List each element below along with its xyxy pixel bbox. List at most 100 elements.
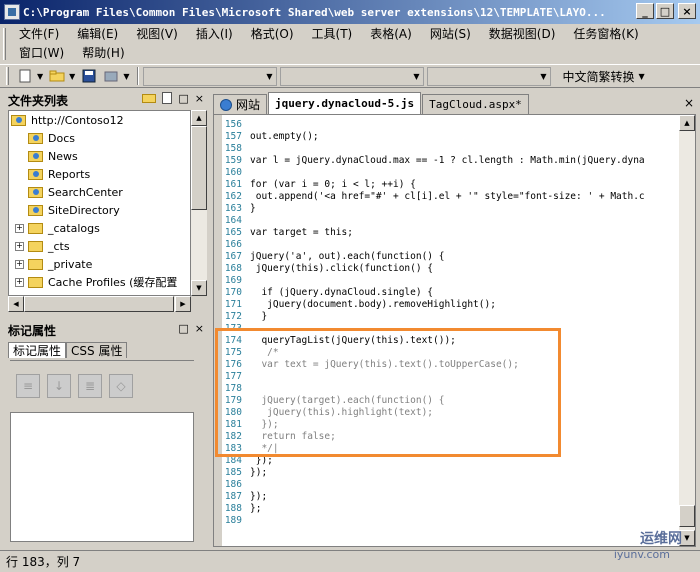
editor-vscrollbar[interactable]: ▲ ▼ xyxy=(679,115,695,546)
expand-icon[interactable]: + xyxy=(15,259,24,269)
expand-icon[interactable]: + xyxy=(15,241,24,251)
code-line[interactable]: 159 var l = jQuery.dynaCloud.max == -1 ? … xyxy=(222,155,678,167)
menu-row1-3[interactable]: 插入(I) xyxy=(187,25,242,42)
toolbar-grip[interactable] xyxy=(6,67,9,85)
categorized-view-icon[interactable]: ≡ xyxy=(16,373,40,398)
code-line[interactable]: 161 for (var i = 0; i < l; ++i) { xyxy=(222,179,678,191)
scroll-thumb[interactable] xyxy=(191,126,207,210)
menu-row1-0[interactable]: 文件(F) xyxy=(10,25,68,42)
save-icon[interactable] xyxy=(79,66,99,86)
code-line[interactable]: 160 xyxy=(222,167,678,179)
tree-item[interactable]: + _catalogs xyxy=(9,219,190,237)
expand-icon[interactable]: + xyxy=(15,277,24,287)
maximize-button[interactable]: □ xyxy=(656,3,674,19)
code-line[interactable]: 172 } xyxy=(222,311,678,323)
code-line[interactable]: 171 jQuery(document.body).removeHighligh… xyxy=(222,299,678,311)
publish-icon[interactable] xyxy=(101,66,121,86)
tag-icon[interactable]: ◇ xyxy=(109,373,133,398)
code-line[interactable]: 187}); xyxy=(222,491,678,503)
code-line[interactable]: 186 xyxy=(222,479,678,491)
folder-tree[interactable]: http://Contoso12 Docs News Reports SearchCen… xyxy=(8,110,191,296)
code-line[interactable]: 158 xyxy=(222,143,678,155)
line-number: 185 xyxy=(224,467,242,478)
tree-item[interactable]: News xyxy=(9,147,190,165)
pane-maximize-icon[interactable]: □ xyxy=(178,92,188,107)
code-line[interactable]: 162 out.append('<a href="#' + cl[i].el +… xyxy=(222,191,678,203)
code-line[interactable]: 163} xyxy=(222,203,678,215)
code-text: for (var i = 0; i < l; ++i) { xyxy=(250,179,416,190)
font-combo[interactable]: ▼ xyxy=(280,66,425,86)
scroll-left-icon[interactable]: ◀ xyxy=(8,296,24,312)
menu-row1-8[interactable]: 数据视图(D) xyxy=(480,25,565,42)
tab-website[interactable]: 网站 xyxy=(213,94,268,114)
pane-maximize-icon[interactable]: □ xyxy=(178,322,188,335)
menu-row1-7[interactable]: 网站(S) xyxy=(421,25,480,42)
menu-row1-1[interactable]: 编辑(E) xyxy=(68,25,127,42)
menu-row2-0[interactable]: 窗口(W) xyxy=(10,44,73,61)
new-folder-icon[interactable] xyxy=(142,92,157,107)
tree-item[interactable]: SiteDirectory xyxy=(9,201,190,219)
code-line[interactable]: 157 out.empty(); xyxy=(222,131,678,143)
menu-row1-6[interactable]: 表格(A) xyxy=(361,25,421,42)
tree-item[interactable]: Docs xyxy=(9,129,190,147)
code-line[interactable]: 166 xyxy=(222,239,678,251)
tree-item[interactable]: + _private xyxy=(9,255,190,273)
code-line[interactable]: 156 xyxy=(222,119,678,131)
close-tab-icon[interactable]: × xyxy=(684,96,694,110)
tab-tagcloud-aspx[interactable]: TagCloud.aspx* xyxy=(422,94,529,114)
scroll-right-icon[interactable]: ▶ xyxy=(175,296,191,312)
menu-row1-4[interactable]: 格式(O) xyxy=(242,25,303,42)
pane-close-icon[interactable]: × xyxy=(195,322,204,335)
code-line[interactable]: 170 if (jQuery.dynaCloud.single) { xyxy=(222,287,678,299)
line-number: 168 xyxy=(224,263,242,274)
new-page-icon[interactable] xyxy=(15,66,35,86)
chevron-down-icon[interactable]: ▼ xyxy=(536,68,550,85)
code-line[interactable]: 188}; xyxy=(222,503,678,515)
size-combo[interactable]: ▼ xyxy=(427,66,552,86)
code-line[interactable]: 185}); xyxy=(222,467,678,479)
menu-row2-1[interactable]: 帮助(H) xyxy=(73,44,133,61)
new-page-icon[interactable] xyxy=(162,92,173,107)
publish-dropdown-icon[interactable]: ▼ xyxy=(123,72,129,81)
tree-item[interactable]: + _cts xyxy=(9,237,190,255)
scroll-up-icon[interactable]: ▲ xyxy=(679,115,695,131)
property-grid[interactable] xyxy=(10,412,194,542)
tab-jquery-dynacloud[interactable]: jquery.dynacloud-5.js xyxy=(268,92,422,114)
tab-tag-properties[interactable]: 标记属性 xyxy=(8,342,67,358)
menu-row1-9[interactable]: 任务窗格(K) xyxy=(564,25,647,42)
new-dropdown-icon[interactable]: ▼ xyxy=(37,72,43,81)
scroll-up-icon[interactable]: ▲ xyxy=(191,110,207,126)
menu-grip[interactable] xyxy=(3,28,6,60)
style-combo[interactable]: ▼ xyxy=(143,66,278,86)
code-line[interactable]: 165 var target = this; xyxy=(222,227,678,239)
tab-css-properties[interactable]: CSS 属性 xyxy=(66,342,128,358)
scroll-thumb[interactable] xyxy=(24,296,174,312)
close-button[interactable]: × xyxy=(678,3,696,19)
tree-item[interactable]: http://Contoso12 xyxy=(9,111,190,129)
pane-close-icon[interactable]: × xyxy=(195,92,204,107)
code-line[interactable]: 189 xyxy=(222,515,678,527)
code-line[interactable]: 167 jQuery('a', out).each(function() { xyxy=(222,251,678,263)
tree-item[interactable]: SearchCenter xyxy=(9,183,190,201)
show-set-properties-icon[interactable]: ≣ xyxy=(78,373,102,398)
minimize-button[interactable]: _ xyxy=(636,3,654,19)
tree-item[interactable]: Reports xyxy=(9,165,190,183)
chinese-conversion-button[interactable]: 中文简繁转换 xyxy=(562,68,634,85)
sort-az-icon[interactable]: ↓ xyxy=(47,373,71,398)
code-line[interactable]: 168 jQuery(this).click(function() { xyxy=(222,263,678,275)
conversion-dropdown-icon[interactable]: ▼ xyxy=(638,72,644,81)
scroll-down-icon[interactable]: ▼ xyxy=(191,280,207,296)
code-line[interactable]: 164 xyxy=(222,215,678,227)
scroll-thumb[interactable] xyxy=(679,505,695,527)
expand-icon[interactable]: + xyxy=(15,223,24,233)
open-folder-icon[interactable] xyxy=(47,66,67,86)
code-line[interactable]: 169 xyxy=(222,275,678,287)
folder-tree-hscrollbar[interactable]: ◀ ▶ xyxy=(8,296,191,312)
chevron-down-icon[interactable]: ▼ xyxy=(262,68,276,85)
open-dropdown-icon[interactable]: ▼ xyxy=(69,72,75,81)
folder-tree-vscrollbar[interactable]: ▲ ▼ xyxy=(191,110,207,296)
chevron-down-icon[interactable]: ▼ xyxy=(409,68,423,85)
tree-item[interactable]: + Cache Profiles (缓存配置 xyxy=(9,273,190,291)
menu-row1-2[interactable]: 视图(V) xyxy=(127,25,187,42)
menu-row1-5[interactable]: 工具(T) xyxy=(303,25,362,42)
